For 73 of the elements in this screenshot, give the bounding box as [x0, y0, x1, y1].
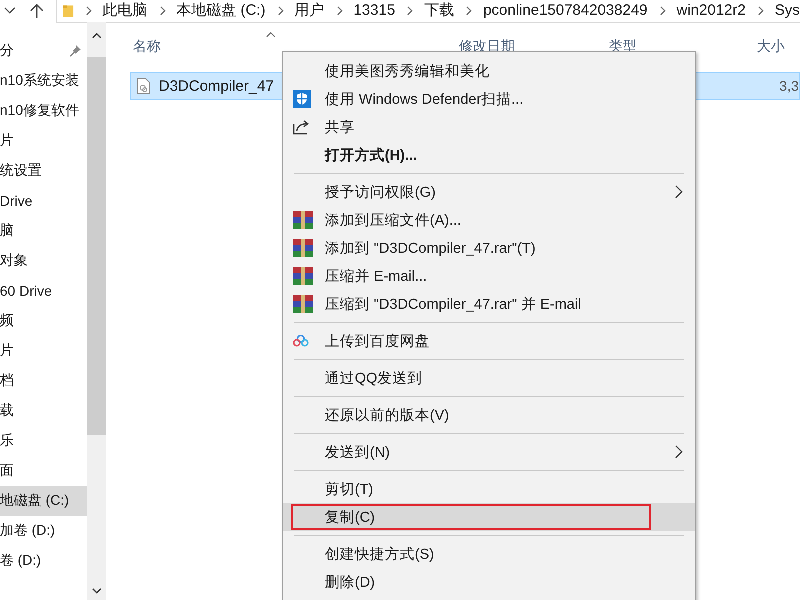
- sidebar-item[interactable]: 乐: [0, 426, 87, 456]
- sidebar-item[interactable]: 载: [0, 396, 87, 426]
- chevron-right-icon: [660, 6, 666, 16]
- scrollbar[interactable]: [87, 22, 106, 600]
- sidebar-item[interactable]: 片: [0, 126, 87, 156]
- file-name: D3DCompiler_47: [159, 78, 274, 94]
- menu-item[interactable]: 共享: [283, 113, 695, 141]
- column-header[interactable]: 大小: [757, 38, 785, 56]
- sidebar-item[interactable]: 面: [0, 456, 87, 486]
- chevron-down-icon[interactable]: [4, 7, 16, 15]
- cloud-icon: [293, 335, 309, 347]
- scrollbar-thumb[interactable]: [87, 57, 106, 435]
- share-icon: [293, 119, 311, 135]
- archive-icon: [293, 267, 313, 285]
- column-header[interactable]: 名称: [133, 38, 161, 56]
- chevron-right-icon: [407, 6, 414, 16]
- up-arrow-icon[interactable]: [30, 3, 44, 19]
- breadcrumb-item[interactable]: 13315: [354, 2, 396, 19]
- chevron-right-icon: [466, 6, 472, 16]
- menu-item[interactable]: 还原以前的版本(V): [283, 401, 695, 429]
- shield-icon: [293, 90, 311, 108]
- sidebar-item[interactable]: 片: [0, 336, 87, 366]
- breadcrumb-item[interactable]: 此电脑: [102, 1, 148, 20]
- menu-item[interactable]: 添加到 "D3DCompiler_47.rar"(T): [283, 234, 695, 262]
- breadcrumb-item[interactable]: 下载: [424, 1, 454, 20]
- pin-icon[interactable]: [69, 45, 81, 57]
- breadcrumb-item[interactable]: pconline1507842038249: [483, 2, 648, 19]
- sidebar-item[interactable]: 脑: [0, 216, 87, 246]
- menu-item[interactable]: 删除(D): [283, 568, 695, 596]
- menu-item[interactable]: 复制(C): [283, 503, 695, 531]
- sidebar-item[interactable]: 分: [0, 36, 87, 66]
- sidebar-item[interactable]: 统设置: [0, 156, 87, 186]
- sidebar-item[interactable]: Drive: [0, 186, 87, 216]
- menu-item[interactable]: 使用 Windows Defender扫描...: [283, 85, 695, 113]
- archive-icon: [293, 295, 313, 313]
- sidebar-item[interactable]: 对象: [0, 246, 87, 276]
- menu-item[interactable]: 发送到(N): [283, 438, 695, 466]
- sidebar-item[interactable]: n10修复软件: [0, 96, 87, 126]
- sidebar-item[interactable]: 60 Drive: [0, 276, 87, 306]
- chevron-right-icon: [758, 6, 764, 16]
- menu-item[interactable]: 压缩到 "D3DCompiler_47.rar" 并 E-mail: [283, 290, 695, 318]
- menu-item[interactable]: 剪切(T): [283, 475, 695, 503]
- sidebar-item[interactable]: 加卷 (D:): [0, 516, 87, 546]
- menu-item[interactable]: 使用美图秀秀编辑和美化: [283, 57, 695, 85]
- menu-item[interactable]: 通过QQ发送到: [283, 364, 695, 392]
- breadcrumb-item[interactable]: Sys: [774, 2, 800, 19]
- sidebar-item[interactable]: 频: [0, 306, 87, 336]
- sidebar-item[interactable]: n10系统安装: [0, 66, 87, 96]
- folder-icon: [63, 2, 74, 18]
- menu-item[interactable]: 上传到百度网盘: [283, 327, 695, 355]
- archive-icon: [293, 211, 313, 229]
- breadcrumb-item[interactable]: win2012r2: [676, 2, 746, 19]
- sidebar-item[interactable]: 卷 (D:): [0, 546, 87, 576]
- chevron-right-icon: [278, 6, 284, 16]
- chevron-right-icon: [86, 6, 92, 16]
- chevron-right-icon: [336, 6, 343, 16]
- address-bar[interactable]: 此电脑 本地磁盘 (C:) 用户 13315 下载 pconline1507842038249 win2012r2 Sys: [56, 0, 800, 22]
- scroll-down-icon[interactable]: [92, 588, 102, 594]
- menu-item[interactable]: 授予访问权限(G): [283, 178, 695, 206]
- breadcrumb-item[interactable]: 本地磁盘 (C:): [176, 1, 266, 20]
- file-icon: [137, 78, 151, 94]
- breadcrumb-item[interactable]: 用户: [294, 1, 325, 20]
- sidebar-item[interactable]: 地磁盘 (C:): [0, 486, 87, 516]
- archive-icon: [293, 239, 313, 257]
- menu-item[interactable]: 创建快捷方式(S): [283, 540, 695, 568]
- menu-item[interactable]: 打开方式(H)...: [283, 141, 695, 169]
- scroll-up-icon[interactable]: [92, 33, 102, 39]
- chevron-right-icon: [160, 6, 166, 16]
- sort-caret-icon: [266, 32, 276, 38]
- file-size: 3,3: [780, 78, 799, 94]
- sidebar-item[interactable]: 档: [0, 366, 87, 396]
- menu-item[interactable]: 添加到压缩文件(A)...: [283, 206, 695, 234]
- menu-item[interactable]: 压缩并 E-mail...: [283, 262, 695, 290]
